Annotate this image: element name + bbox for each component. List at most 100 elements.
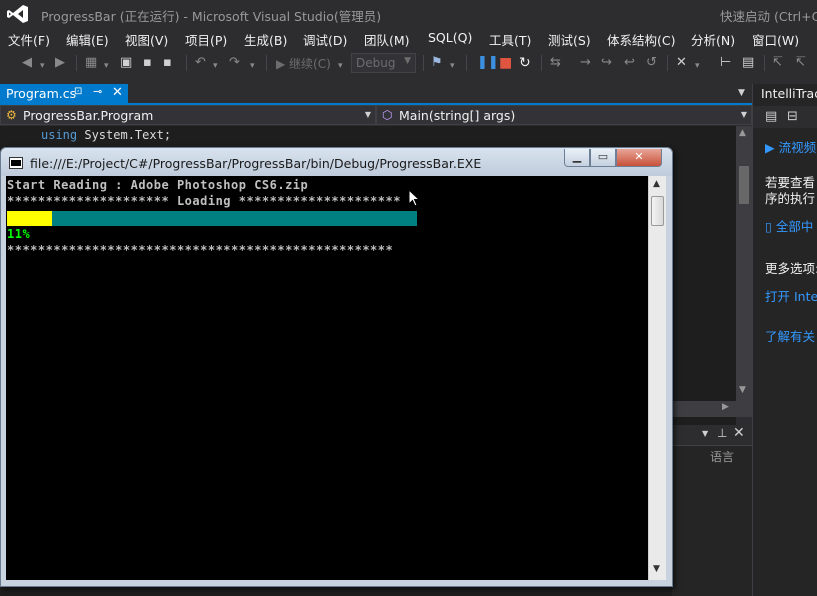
window-position-dropdown-icon[interactable]: ▼ xyxy=(702,429,708,438)
close-window-icon[interactable]: ✕ xyxy=(733,425,745,441)
new-project-icon[interactable]: ▦ xyxy=(85,55,97,71)
restart-icon[interactable]: ↻ xyxy=(519,55,531,71)
console-app-icon[interactable] xyxy=(9,157,23,169)
menu-view[interactable]: 视图(V) xyxy=(125,30,168,49)
editor-horizontal-scrollbar[interactable]: ▶ xyxy=(672,401,752,417)
menu-analyze[interactable]: 分析(N) xyxy=(691,30,735,49)
close-button[interactable]: ✕ xyxy=(616,149,662,167)
save-all-icon[interactable]: ▪ xyxy=(163,55,172,71)
uncomment-icon[interactable]: ↸ xyxy=(795,55,806,71)
link-text: 流视频 xyxy=(778,140,817,155)
break-all-link[interactable]: ▯ 全部中 xyxy=(765,216,813,235)
console-title-bar[interactable]: file:///E:/Project/C#/ProgressBar/Progre… xyxy=(1,148,672,176)
hex-dropdown-icon[interactable]: ▾ xyxy=(695,58,700,74)
scroll-thumb[interactable] xyxy=(739,166,749,204)
show-next-statement-icon[interactable]: ⇆ xyxy=(550,55,561,71)
keep-tab-open-icon[interactable]: ⊡ xyxy=(74,86,82,97)
undo-dropdown-icon[interactable]: ▾ xyxy=(213,58,218,74)
learn-more-link[interactable]: 了解有关 xyxy=(765,326,815,345)
step-into-icon[interactable]: → xyxy=(580,55,591,71)
console-vertical-scrollbar[interactable]: ▲ ▼ xyxy=(648,176,666,580)
console-output[interactable]: Start Reading : Adobe Photoshop CS6.zip … xyxy=(6,176,648,580)
tab-list-dropdown-icon[interactable]: ▼ xyxy=(738,88,745,98)
open-intellitrace-settings-link[interactable]: 打开 Intel xyxy=(765,286,817,305)
tab-program-cs[interactable]: Program.cs ⊡ ⊸ ✕ xyxy=(0,84,128,104)
maximize-button[interactable]: ▭ xyxy=(590,149,616,167)
solution-configuration-select[interactable]: Debug ▼ xyxy=(351,53,416,73)
step-out-icon[interactable]: ↩ xyxy=(624,55,635,71)
comment-icon[interactable]: ↸ xyxy=(772,55,783,71)
close-tab-icon[interactable]: ✕ xyxy=(112,85,123,100)
toolbar-separator xyxy=(466,55,467,71)
watch-video-link[interactable]: ▶ 流视频 xyxy=(765,137,816,156)
console-window: file:///E:/Project/C#/ProgressBar/Progre… xyxy=(0,147,673,587)
scroll-thumb[interactable] xyxy=(651,196,664,226)
progress-bar xyxy=(7,211,417,226)
menu-tools[interactable]: 工具(T) xyxy=(489,30,531,49)
window-title: ProgressBar (正在运行) - Microsoft Visual St… xyxy=(41,9,382,24)
stop-debugging-icon[interactable]: ■ xyxy=(499,55,512,71)
type-select[interactable]: ⚙ ProgressBar.Program ▼ xyxy=(0,105,376,125)
continue-button[interactable]: ▶ 继续(C) xyxy=(276,55,331,72)
scroll-down-icon[interactable]: ▼ xyxy=(653,564,660,574)
continue-dropdown-icon[interactable]: ▾ xyxy=(338,58,343,74)
toolbar-separator xyxy=(266,55,267,71)
maximize-icon: ▭ xyxy=(597,150,609,163)
save-icon[interactable]: ▪ xyxy=(143,55,152,71)
toolbar-separator xyxy=(186,55,187,71)
pin-window-icon[interactable]: ⊥ xyxy=(717,426,727,440)
quick-launch-box[interactable]: 快速启动 (Ctrl+Q) xyxy=(720,6,817,25)
intellitrace-title[interactable]: IntelliTrace xyxy=(761,86,817,101)
navigate-back-icon[interactable]: ◀ xyxy=(22,55,32,71)
process-dropdown-icon[interactable]: ▾ xyxy=(450,58,455,74)
standard-toolbar: ◀ ▾ ▶ ▦ ▾ ▣ ▪ ▪ ↶ ▾ ↷ ▾ ▶ 继续(C) ▾ Debug … xyxy=(0,50,817,76)
editor-vertical-scrollbar[interactable]: ▲ ▼ xyxy=(736,126,752,401)
navigate-forward-icon[interactable]: ▶ xyxy=(55,55,65,71)
menu-file[interactable]: 文件(F) xyxy=(8,30,50,49)
visual-studio-logo-icon xyxy=(7,5,28,23)
member-select[interactable]: ⬡ Main(string[] args) ▼ xyxy=(376,105,752,125)
toolbar-separator xyxy=(541,55,542,71)
hex-display-icon[interactable]: ✕ xyxy=(676,55,687,71)
menu-bar: 文件(F) 编辑(E) 视图(V) 项目(P) 生成(B) 调试(D) 团队(M… xyxy=(0,28,817,49)
scroll-right-icon[interactable]: ▶ xyxy=(722,402,729,412)
break-all-icon[interactable]: ❚❚ xyxy=(477,55,499,71)
new-project-dropdown-icon[interactable]: ▾ xyxy=(104,58,109,74)
reading-line: Start Reading : Adobe Photoshop CS6.zip xyxy=(7,178,309,192)
pin-tab-icon[interactable]: ⊸ xyxy=(93,85,102,98)
more-options-label: 更多选项: xyxy=(765,261,817,276)
menu-build[interactable]: 生成(B) xyxy=(244,30,287,49)
minimize-button[interactable]: ▁ xyxy=(564,149,590,167)
step-back-icon[interactable]: ↺ xyxy=(646,55,657,71)
menu-window[interactable]: 窗口(W) xyxy=(752,30,799,49)
language-column-header[interactable]: 语言 xyxy=(710,448,734,465)
menu-test[interactable]: 测试(S) xyxy=(548,30,591,49)
menu-sql[interactable]: SQL(Q) xyxy=(428,30,472,45)
toolbar-separator xyxy=(764,55,765,71)
scroll-up-icon[interactable]: ▲ xyxy=(653,179,660,189)
footer-line: ****************************************… xyxy=(7,243,394,257)
scroll-down-icon[interactable]: ▼ xyxy=(739,385,746,395)
undo-icon[interactable]: ↶ xyxy=(195,55,206,71)
navigate-back-dropdown-icon[interactable]: ▾ xyxy=(40,58,45,74)
process-icon[interactable]: ⚑ xyxy=(431,55,443,71)
step-over-icon[interactable]: ↪ xyxy=(601,55,612,71)
breakpoints-icon[interactable]: ▤ xyxy=(742,55,754,71)
menu-team[interactable]: 团队(M) xyxy=(364,30,410,49)
redo-dropdown-icon[interactable]: ▾ xyxy=(250,58,255,74)
menu-debug[interactable]: 调试(D) xyxy=(303,30,347,49)
tree-view-icon[interactable]: ⊟ xyxy=(787,109,798,125)
chevron-down-icon: ▼ xyxy=(404,56,411,66)
navigation-bar: ⚙ ProgressBar.Program ▼ ⬡ Main(string[] … xyxy=(0,105,752,126)
scroll-up-icon[interactable]: ▲ xyxy=(739,128,746,138)
open-file-icon[interactable]: ▣ xyxy=(120,55,132,71)
menu-project[interactable]: 项目(P) xyxy=(185,30,227,49)
threads-icon[interactable]: ⊢ xyxy=(720,55,731,71)
redo-icon[interactable]: ↷ xyxy=(229,55,240,71)
member-value: Main(string[] args) xyxy=(399,108,516,123)
menu-edit[interactable]: 编辑(E) xyxy=(66,30,109,49)
menu-architecture[interactable]: 体系结构(C) xyxy=(607,30,675,49)
list-view-icon[interactable]: ▤ xyxy=(765,109,777,125)
minimize-icon: ▁ xyxy=(572,150,582,163)
code-keyword: using xyxy=(41,128,78,142)
